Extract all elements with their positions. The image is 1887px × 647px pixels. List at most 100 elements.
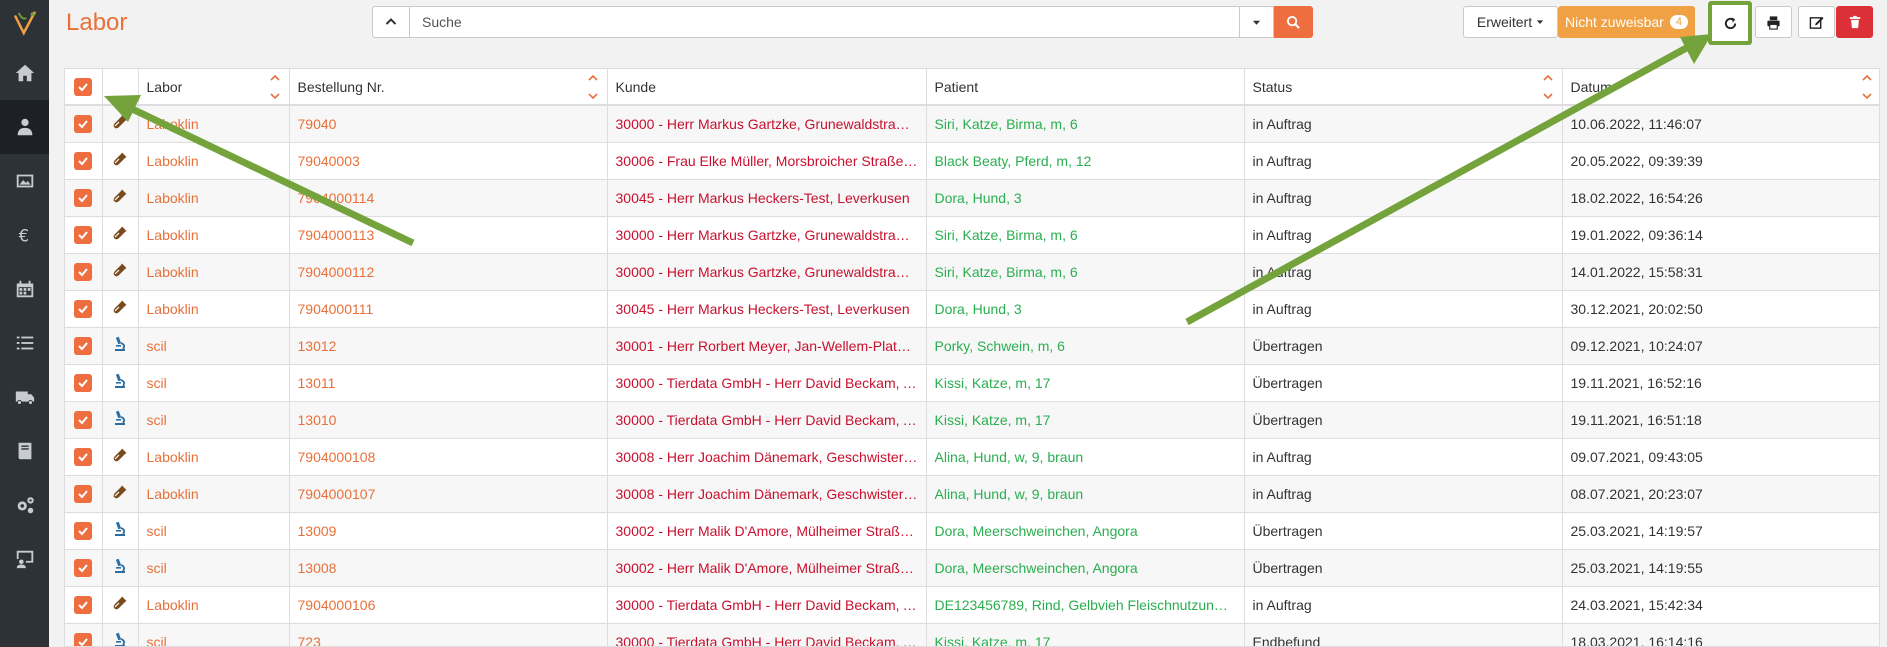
edit-button[interactable]: [1798, 6, 1835, 38]
nav-calendar[interactable]: [0, 262, 49, 316]
lab-cell[interactable]: scil: [138, 364, 290, 402]
order-number-cell[interactable]: 13010: [289, 401, 608, 439]
select-all-checkbox[interactable]: [74, 77, 92, 96]
order-number-cell[interactable]: 13008: [289, 549, 608, 587]
table-row[interactable]: Laboklin 7904000111 30045 - Herr Markus He…: [65, 290, 1879, 328]
app-logo[interactable]: [0, 0, 49, 46]
nav-book[interactable]: [0, 424, 49, 478]
customer-cell[interactable]: 30002 - Herr Malik D'Amore, Mülheimer St…: [607, 549, 927, 587]
search-options-dropdown[interactable]: [1240, 6, 1274, 38]
sort-icon[interactable]: [1542, 72, 1554, 102]
patient-cell[interactable]: Siri, Katze, Birma, m, 6: [926, 105, 1245, 143]
lab-cell[interactable]: scil: [138, 623, 290, 646]
customer-cell[interactable]: 30000 - Tierdata GmbH - Herr David Becka…: [607, 401, 927, 439]
patient-cell[interactable]: Kissi, Katze, m, 17: [926, 401, 1245, 439]
customer-cell[interactable]: 30008 - Herr Joachim Dänemark, Geschwist…: [607, 438, 927, 476]
patient-cell[interactable]: Alina, Hund, w, 9, braun: [926, 438, 1245, 476]
patient-cell[interactable]: Dora, Hund, 3: [926, 179, 1245, 217]
patient-cell[interactable]: Dora, Meerschweinchen, Angora: [926, 549, 1245, 587]
row-checkbox[interactable]: [74, 632, 92, 646]
table-row[interactable]: scil 13010 30000 - Tierdata GmbH - Herr Da…: [65, 401, 1879, 439]
table-row[interactable]: scil 13008 30002 - Herr Malik D'Amore, Mül…: [65, 549, 1879, 587]
customer-cell[interactable]: 30000 - Tierdata GmbH - Herr David Becka…: [607, 623, 927, 646]
lab-cell[interactable]: scil: [138, 512, 290, 550]
nav-finance[interactable]: €: [0, 208, 49, 262]
row-checkbox[interactable]: [74, 447, 92, 466]
customer-cell[interactable]: 30000 - Herr Markus Gartzke, Grunewaldst…: [607, 105, 927, 143]
row-checkbox[interactable]: [74, 521, 92, 540]
table-row[interactable]: Laboklin 79040003 30006 - Frau Elke Müller…: [65, 142, 1879, 180]
not-assignable-button[interactable]: Nicht zuweisbar 4: [1558, 6, 1695, 38]
row-checkbox[interactable]: [74, 151, 92, 170]
lab-cell[interactable]: Laboklin: [138, 253, 290, 291]
lab-cell[interactable]: Laboklin: [138, 216, 290, 254]
table-row[interactable]: Laboklin 7904000112 30000 - Herr Markus Ga…: [65, 253, 1879, 291]
lab-cell[interactable]: scil: [138, 549, 290, 587]
table-row[interactable]: scil 13009 30002 - Herr Malik D'Amore, Mül…: [65, 512, 1879, 550]
patient-cell[interactable]: Black Beaty, Pferd, m, 12: [926, 142, 1245, 180]
order-number-cell[interactable]: 7904000107: [289, 475, 608, 513]
print-button[interactable]: [1755, 6, 1792, 38]
row-checkbox[interactable]: [74, 373, 92, 392]
search-collapse-button[interactable]: [372, 6, 410, 38]
patient-cell[interactable]: Kissi, Katze, m, 17: [926, 364, 1245, 402]
order-number-cell[interactable]: 79040003: [289, 142, 608, 180]
column-header-customer[interactable]: Kunde: [607, 69, 927, 106]
order-number-cell[interactable]: 7904000112: [289, 253, 608, 291]
row-checkbox[interactable]: [74, 595, 92, 614]
row-checkbox[interactable]: [74, 262, 92, 281]
lab-cell[interactable]: Laboklin: [138, 586, 290, 624]
customer-cell[interactable]: 30000 - Herr Markus Gartzke, Grunewaldst…: [607, 216, 927, 254]
sort-icon[interactable]: [269, 72, 281, 102]
table-row[interactable]: Laboklin 7904000107 30008 - Herr Joachim D…: [65, 475, 1879, 513]
table-row[interactable]: scil 13012 30001 - Herr Rorbert Meyer, Jan…: [65, 327, 1879, 365]
row-checkbox[interactable]: [74, 410, 92, 429]
customer-cell[interactable]: 30006 - Frau Elke Müller, Morsbroicher S…: [607, 142, 927, 180]
patient-cell[interactable]: Siri, Katze, Birma, m, 6: [926, 253, 1245, 291]
lab-cell[interactable]: Laboklin: [138, 475, 290, 513]
customer-cell[interactable]: 30045 - Herr Markus Heckers-Test, Leverk…: [607, 179, 927, 217]
order-number-cell[interactable]: 7904000111: [289, 290, 608, 328]
lab-cell[interactable]: Laboklin: [138, 179, 290, 217]
sort-icon[interactable]: [1861, 72, 1873, 102]
nav-patients[interactable]: [0, 100, 49, 154]
customer-cell[interactable]: 30000 - Tierdata GmbH - Herr David Becka…: [607, 586, 927, 624]
order-number-cell[interactable]: 7904000106: [289, 586, 608, 624]
search-input[interactable]: [410, 6, 1240, 38]
table-row[interactable]: Laboklin 7904000108 30008 - Herr Joachim D…: [65, 438, 1879, 476]
nav-delivery[interactable]: [0, 370, 49, 424]
order-number-cell[interactable]: 723: [289, 623, 608, 646]
row-checkbox[interactable]: [74, 336, 92, 355]
table-row[interactable]: scil 723 30000 - Tierdata GmbH - Herr Davi…: [65, 623, 1879, 646]
column-header-date[interactable]: Datum: [1562, 69, 1879, 106]
row-checkbox[interactable]: [74, 484, 92, 503]
customer-cell[interactable]: 30001 - Herr Rorbert Meyer, Jan-Wellem-P…: [607, 327, 927, 365]
customer-cell[interactable]: 30000 - Herr Markus Gartzke, Grunewaldst…: [607, 253, 927, 291]
nav-settings[interactable]: [0, 478, 49, 532]
row-checkbox[interactable]: [74, 225, 92, 244]
order-number-cell[interactable]: 13012: [289, 327, 608, 365]
customer-cell[interactable]: 30008 - Herr Joachim Dänemark, Geschwist…: [607, 475, 927, 513]
patient-cell[interactable]: Siri, Katze, Birma, m, 6: [926, 216, 1245, 254]
row-checkbox[interactable]: [74, 558, 92, 577]
row-checkbox[interactable]: [74, 188, 92, 207]
column-header-patient[interactable]: Patient: [926, 69, 1245, 106]
table-row[interactable]: Laboklin 7904000113 30000 - Herr Markus Ga…: [65, 216, 1879, 254]
lab-cell[interactable]: Laboklin: [138, 438, 290, 476]
column-header-status[interactable]: Status: [1244, 69, 1563, 106]
lab-cell[interactable]: Laboklin: [138, 105, 290, 143]
patient-cell[interactable]: Dora, Hund, 3: [926, 290, 1245, 328]
column-header-labor[interactable]: Labor: [138, 69, 290, 106]
order-number-cell[interactable]: 7904000108: [289, 438, 608, 476]
order-number-cell[interactable]: 7904000114: [289, 179, 608, 217]
customer-cell[interactable]: 30002 - Herr Malik D'Amore, Mülheimer St…: [607, 512, 927, 550]
patient-cell[interactable]: DE123456789, Rind, Gelbvieh Fleischnutzu…: [926, 586, 1245, 624]
column-header-order-number[interactable]: Bestellung Nr.: [289, 69, 608, 106]
order-number-cell[interactable]: 79040: [289, 105, 608, 143]
lab-cell[interactable]: Laboklin: [138, 290, 290, 328]
patient-cell[interactable]: Alina, Hund, w, 9, braun: [926, 475, 1245, 513]
advanced-dropdown-button[interactable]: Erweitert: [1463, 6, 1558, 38]
lab-cell[interactable]: Laboklin: [138, 142, 290, 180]
table-row[interactable]: scil 13011 30000 - Tierdata GmbH - Herr Da…: [65, 364, 1879, 402]
lab-cell[interactable]: scil: [138, 327, 290, 365]
